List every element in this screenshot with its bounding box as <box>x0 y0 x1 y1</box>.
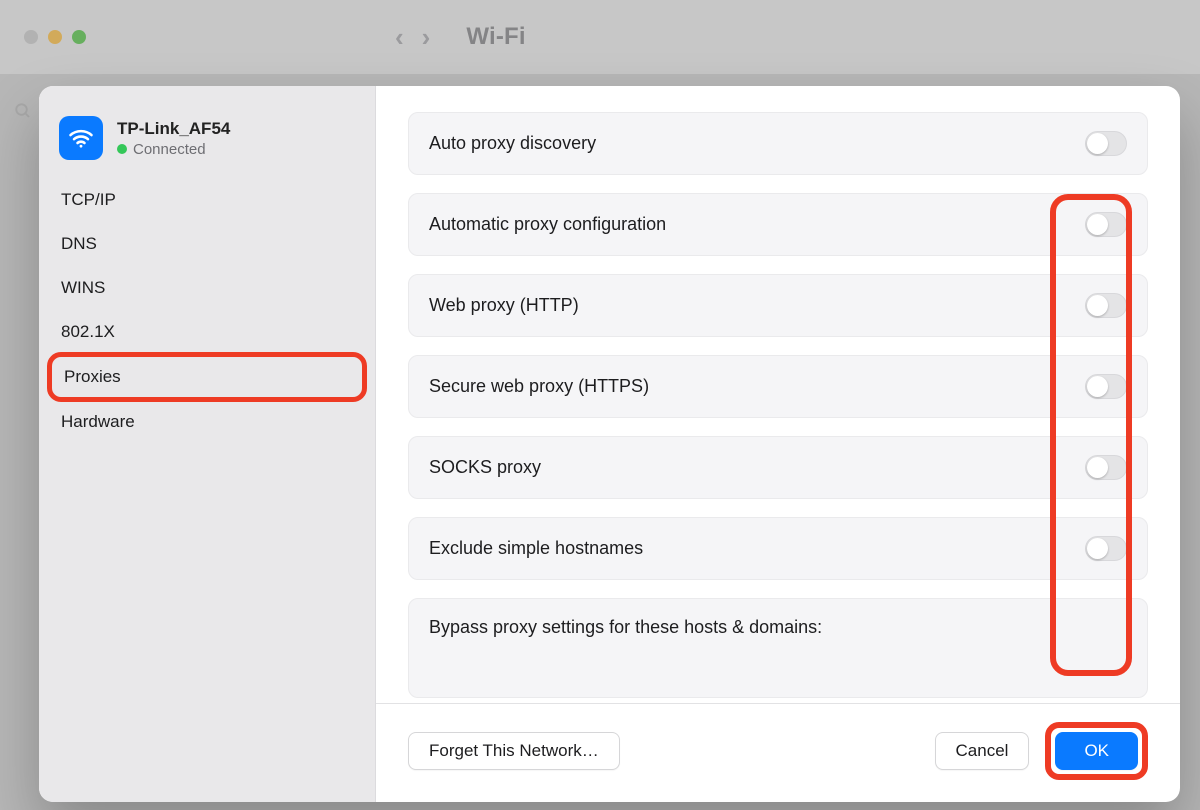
status-label: Connected <box>133 141 206 158</box>
network-details-sheet: TP-Link_AF54 Connected TCP/IP DNS WINS 8… <box>39 86 1180 802</box>
settings-scroll[interactable]: Auto proxy discovery Automatic proxy con… <box>376 86 1180 703</box>
toggle-web-proxy-http[interactable] <box>1085 293 1127 318</box>
forget-network-button[interactable]: Forget This Network… <box>408 732 620 770</box>
network-name: TP-Link_AF54 <box>117 119 230 139</box>
sidebar-item-tcpip[interactable]: TCP/IP <box>51 178 363 222</box>
label-secure-web-proxy-https: Secure web proxy (HTTPS) <box>429 376 649 397</box>
sheet-content: Auto proxy discovery Automatic proxy con… <box>376 86 1180 802</box>
label-automatic-proxy-config: Automatic proxy configuration <box>429 214 666 235</box>
annotation-ok-highlight: OK <box>1045 722 1148 780</box>
row-socks-proxy: SOCKS proxy <box>408 436 1148 499</box>
status-dot-icon <box>117 144 127 154</box>
network-status: Connected <box>117 141 230 158</box>
row-bypass-hosts[interactable]: Bypass proxy settings for these hosts & … <box>408 598 1148 698</box>
row-automatic-proxy-config: Automatic proxy configuration <box>408 193 1148 256</box>
sheet-footer: Forget This Network… Cancel OK <box>376 703 1180 802</box>
row-exclude-simple-hostnames: Exclude simple hostnames <box>408 517 1148 580</box>
cancel-button[interactable]: Cancel <box>935 732 1030 770</box>
ok-button[interactable]: OK <box>1055 732 1138 770</box>
network-header: TP-Link_AF54 Connected <box>51 110 363 178</box>
toggle-exclude-simple-hostnames[interactable] <box>1085 536 1127 561</box>
label-web-proxy-http: Web proxy (HTTP) <box>429 295 579 316</box>
sidebar-item-8021x[interactable]: 802.1X <box>51 310 363 354</box>
wifi-icon <box>59 116 103 160</box>
toggle-automatic-proxy-config[interactable] <box>1085 212 1127 237</box>
sidebar-item-dns[interactable]: DNS <box>51 222 363 266</box>
label-auto-proxy-discovery: Auto proxy discovery <box>429 133 596 154</box>
toggle-socks-proxy[interactable] <box>1085 455 1127 480</box>
toggle-auto-proxy-discovery[interactable] <box>1085 131 1127 156</box>
sidebar-item-wins[interactable]: WINS <box>51 266 363 310</box>
row-web-proxy-http: Web proxy (HTTP) <box>408 274 1148 337</box>
label-socks-proxy: SOCKS proxy <box>429 457 541 478</box>
row-auto-proxy-discovery: Auto proxy discovery <box>408 112 1148 175</box>
row-secure-web-proxy-https: Secure web proxy (HTTPS) <box>408 355 1148 418</box>
sheet-sidebar: TP-Link_AF54 Connected TCP/IP DNS WINS 8… <box>39 86 376 802</box>
label-bypass-hosts: Bypass proxy settings for these hosts & … <box>429 617 822 638</box>
label-exclude-simple-hostnames: Exclude simple hostnames <box>429 538 643 559</box>
toggle-secure-web-proxy-https[interactable] <box>1085 374 1127 399</box>
sidebar-item-proxies[interactable]: Proxies <box>47 352 367 402</box>
sidebar-item-hardware[interactable]: Hardware <box>51 400 363 444</box>
